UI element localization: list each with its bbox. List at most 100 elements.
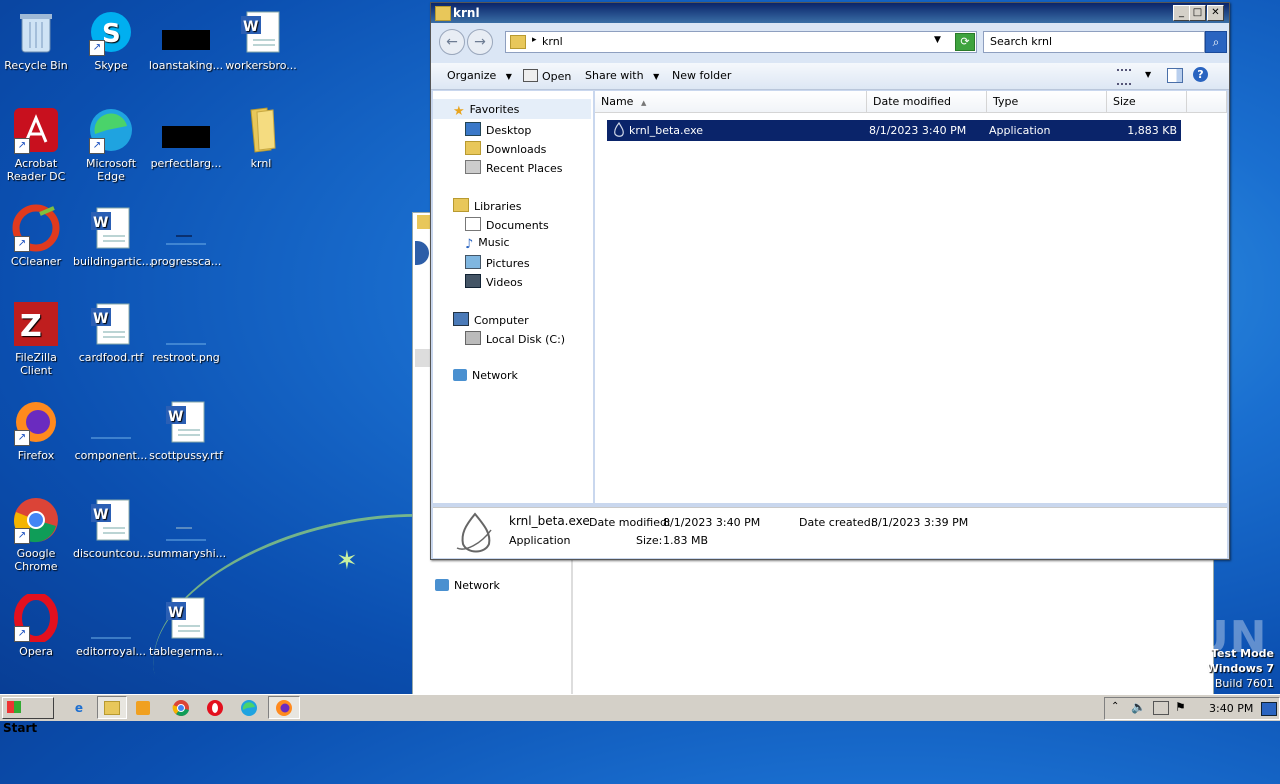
chrome-taskbar-icon[interactable] <box>170 698 192 718</box>
views-icon[interactable] <box>1117 69 1131 85</box>
desktop-icon-label: editorroyal... <box>76 645 146 658</box>
organize-button[interactable]: Organize ▼ <box>447 69 512 82</box>
nav-computer[interactable]: Computer <box>453 312 529 327</box>
desktop-icon-black-thumb[interactable]: loanstaking... <box>148 8 224 72</box>
nav-documents[interactable]: Documents <box>465 217 549 232</box>
nav-pictures[interactable]: Pictures <box>465 255 530 270</box>
explorer-window[interactable]: krnl _ □ ✕ ← → ▸ krnl ▼ ⟳ Search krnl ⌕ … <box>430 2 1230 560</box>
desktop-icon-blank-file[interactable]: summaryshi... <box>148 496 226 560</box>
forward-button[interactable]: → <box>467 29 493 55</box>
desktop-icon-chrome[interactable]: ↗ Google Chrome <box>0 496 74 573</box>
column-header-size[interactable]: Size <box>1107 91 1187 113</box>
skype-icon: S ↗ <box>87 8 135 56</box>
nav-recent-places[interactable]: Recent Places <box>465 160 563 175</box>
nav-label: Desktop <box>486 124 532 137</box>
desktop-icon-black-thumb[interactable]: perfectlarg... <box>148 106 224 170</box>
maximize-button[interactable]: □ <box>1189 5 1206 21</box>
background-nav-network[interactable]: Network <box>435 579 500 592</box>
column-header-date-modified[interactable]: Date modified <box>867 91 987 113</box>
open-button[interactable]: Open <box>523 69 571 83</box>
minimize-button[interactable]: _ <box>1173 5 1190 21</box>
desktop-icon-word-doc[interactable]: W discountcou... <box>73 496 150 560</box>
svg-text:W: W <box>243 19 258 35</box>
nav-music[interactable]: ♪ Music <box>465 236 510 252</box>
back-arrow-icon[interactable] <box>415 241 429 265</box>
opera-taskbar-icon[interactable] <box>204 698 226 718</box>
desktop-icon-opera[interactable]: ↗ Opera <box>0 592 74 658</box>
nav-videos[interactable]: Videos <box>465 274 523 289</box>
folder-icon <box>510 35 526 49</box>
desktop-icon-ccleaner[interactable]: ↗ CCleaner <box>0 204 74 268</box>
action-center-flag-icon[interactable]: ⚑ <box>1175 700 1186 714</box>
address-bar[interactable]: ▸ krnl ▼ <box>505 31 977 53</box>
breadcrumb-chevron-icon[interactable]: ▸ <box>532 35 537 45</box>
system-tray: ⌃ 🔈 ⚑ 3:40 PM <box>1104 697 1280 720</box>
desktop-icon-edge[interactable]: ↗ Microsoft Edge <box>73 106 149 183</box>
title-bar[interactable]: krnl _ □ ✕ <box>431 3 1229 23</box>
hard-disk-icon <box>465 331 481 345</box>
breadcrumb-krnl[interactable]: krnl <box>542 35 563 48</box>
show-hidden-icons-icon[interactable]: ⌃ <box>1111 701 1119 712</box>
desktop-icon-word-doc[interactable]: W workersbro... <box>223 8 299 72</box>
start-label: Start <box>3 721 38 735</box>
scroll-thumb[interactable] <box>415 349 431 367</box>
desktop-icon-acrobat[interactable]: ↗ Acrobat Reader DC <box>0 106 74 183</box>
network-tray-icon[interactable] <box>1153 701 1169 715</box>
desktop-icon-filezilla[interactable]: Z FileZilla Client <box>0 300 74 377</box>
desktop-icon-skype[interactable]: S ↗ Skype <box>73 8 149 72</box>
nav-network[interactable]: Network <box>453 369 518 382</box>
edge-taskbar-icon[interactable] <box>238 698 260 718</box>
desktop-icon-blank-file[interactable]: editorroyal... <box>73 594 149 658</box>
column-header-name[interactable]: Name ▲ <box>595 91 867 113</box>
desktop-icon-firefox[interactable]: ↗ Firefox <box>0 398 74 462</box>
test-mode-line: Windows 7 <box>1206 662 1274 675</box>
back-button[interactable]: ← <box>439 29 465 55</box>
desktop-icon-label: component... <box>74 449 148 462</box>
share-with-button[interactable]: Share with ▼ <box>585 69 659 82</box>
desktop-icon-word-doc[interactable]: W tablegerma... <box>148 594 224 658</box>
desktop-icon-blank-file[interactable]: progressca... <box>148 204 224 268</box>
close-button[interactable]: ✕ <box>1207 5 1224 21</box>
taskbar-explorer-button[interactable] <box>97 696 127 719</box>
firefox-taskbar-button[interactable] <box>268 696 300 719</box>
media-player-icon[interactable] <box>136 701 150 715</box>
details-size-label: Size: <box>636 534 663 547</box>
nav-libraries[interactable]: Libraries <box>453 198 522 213</box>
pictures-icon <box>465 255 481 269</box>
black-thumbnail-icon <box>162 8 210 56</box>
search-icon[interactable]: ⌕ <box>1205 31 1227 53</box>
nav-local-disk[interactable]: Local Disk (C:) <box>465 331 565 346</box>
desktop-icon-label: workersbro... <box>225 59 297 72</box>
desktop-icon-recycle-bin[interactable]: Recycle Bin <box>0 8 74 72</box>
sort-ascending-icon: ▲ <box>640 99 647 107</box>
desktop-icon-word-doc[interactable]: W buildingartic... <box>73 204 152 268</box>
desktop-icon-word-doc[interactable]: W scottpussy.rtf <box>148 398 224 462</box>
desktop-icon-krnl-folder[interactable]: krnl <box>223 106 299 170</box>
share-with-label: Share with <box>585 69 644 82</box>
internet-explorer-icon[interactable]: e <box>68 698 90 718</box>
file-row[interactable]: krnl_beta.exe 8/1/2023 3:40 PM Applicati… <box>607 120 1181 141</box>
new-folder-button[interactable]: New folder <box>672 69 731 82</box>
clock[interactable]: 3:40 PM <box>1209 702 1253 715</box>
start-button[interactable]: Start <box>2 697 54 735</box>
desktop-icon-blank-file[interactable]: component... <box>73 398 149 462</box>
views-dropdown-icon[interactable]: ▼ <box>1145 70 1151 79</box>
nav-downloads[interactable]: Downloads <box>465 141 546 156</box>
column-header-type[interactable]: Type <box>987 91 1107 113</box>
show-desktop-icon[interactable] <box>1261 702 1277 716</box>
nav-favorites[interactable]: ★ Favorites <box>453 103 519 119</box>
preview-pane-icon[interactable] <box>1167 68 1183 83</box>
column-header-extra[interactable] <box>1187 91 1227 113</box>
help-icon[interactable]: ? <box>1193 67 1208 82</box>
nav-desktop[interactable]: Desktop <box>465 122 531 137</box>
svg-text:W: W <box>168 409 183 425</box>
nav-label: Videos <box>486 276 523 289</box>
desktop-icon-word-doc[interactable]: W cardfood.rtf <box>73 300 149 364</box>
volume-icon[interactable]: 🔈 <box>1131 700 1146 714</box>
search-input[interactable]: Search krnl <box>983 31 1205 53</box>
acrobat-icon: ↗ <box>12 106 60 154</box>
desktop-icon-blank-file[interactable]: restroot.png <box>148 300 224 364</box>
desktop-icon-label: krnl <box>250 157 272 170</box>
address-dropdown-icon[interactable]: ▼ <box>934 35 941 45</box>
refresh-icon[interactable]: ⟳ <box>955 33 975 51</box>
